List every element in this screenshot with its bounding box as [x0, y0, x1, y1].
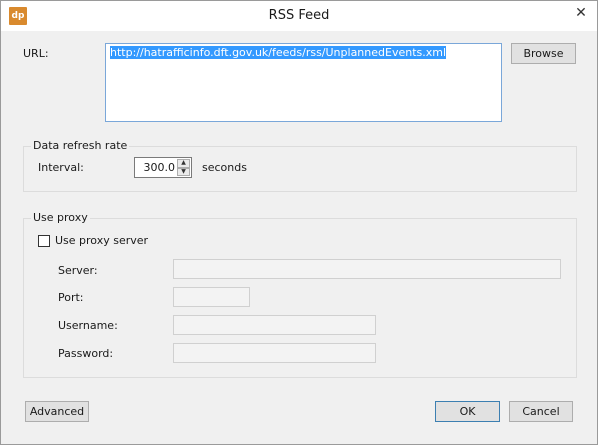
use-proxy-checkbox[interactable]: [38, 235, 50, 247]
spin-up-icon[interactable]: ▲: [177, 159, 190, 168]
window-title: RSS Feed: [268, 8, 330, 23]
interval-label: Interval:: [38, 161, 84, 174]
title-bar: dp RSS Feed ✕: [1, 1, 597, 31]
refresh-rate-group-title: Data refresh rate: [31, 139, 130, 152]
rss-feed-dialog: dp RSS Feed ✕ URL: http://hatrafficinfo.…: [0, 0, 598, 445]
dialog-body: URL: http://hatrafficinfo.dft.gov.uk/fee…: [1, 31, 597, 444]
browse-button[interactable]: Browse: [511, 43, 576, 64]
interval-value: 300.0: [143, 161, 176, 174]
url-value: http://hatrafficinfo.dft.gov.uk/feeds/rs…: [110, 46, 447, 59]
password-field[interactable]: [173, 343, 376, 363]
cancel-button[interactable]: Cancel: [509, 401, 573, 422]
server-label: Server:: [58, 264, 98, 277]
advanced-button[interactable]: Advanced: [25, 401, 89, 422]
server-field[interactable]: [173, 259, 561, 279]
interval-spinbox[interactable]: 300.0 ▲ ▼: [134, 157, 192, 178]
use-proxy-label[interactable]: Use proxy server: [55, 234, 148, 247]
username-label: Username:: [58, 319, 118, 332]
password-label: Password:: [58, 347, 114, 360]
close-icon: ✕: [575, 5, 587, 21]
spin-down-icon[interactable]: ▼: [177, 167, 190, 176]
username-field[interactable]: [173, 315, 376, 335]
url-label: URL:: [23, 47, 49, 60]
interval-stepper: ▲ ▼: [177, 159, 190, 176]
refresh-rate-group: [23, 146, 577, 192]
url-input[interactable]: http://hatrafficinfo.dft.gov.uk/feeds/rs…: [105, 43, 502, 122]
port-label: Port:: [58, 291, 84, 304]
port-field[interactable]: [173, 287, 250, 307]
interval-unit: seconds: [202, 161, 247, 174]
proxy-group-title: Use proxy: [31, 211, 90, 224]
close-button[interactable]: ✕: [567, 2, 595, 24]
ok-button[interactable]: OK: [435, 401, 500, 422]
